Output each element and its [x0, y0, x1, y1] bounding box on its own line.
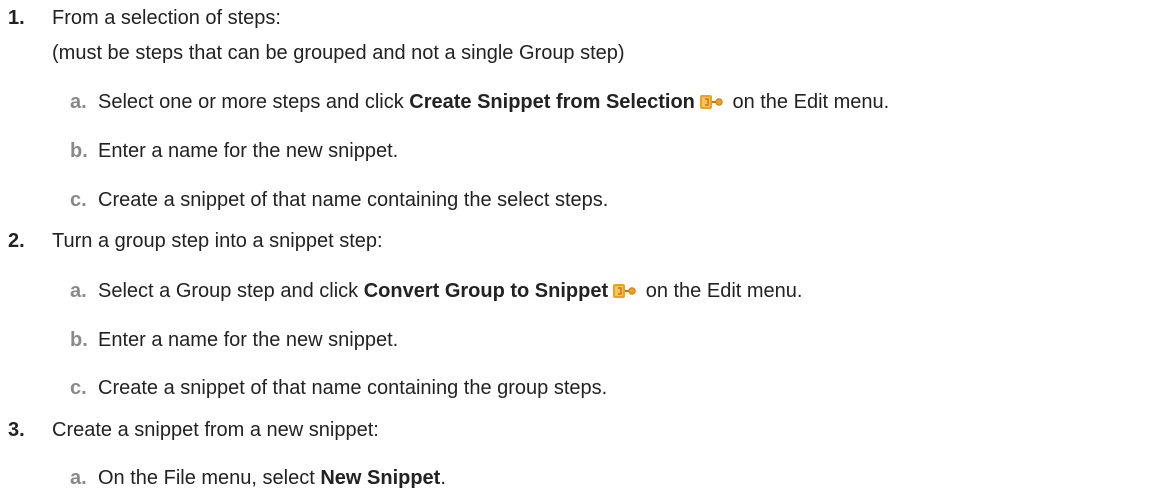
substep-text: Select one or more steps and click Creat…: [98, 90, 889, 114]
step-number: 3.: [8, 419, 25, 441]
substep-text-before: Select a Group step and click: [98, 280, 364, 302]
step-1c: c. Create a snippet of that name contain…: [0, 188, 1171, 212]
substep-letter: a.: [70, 91, 87, 113]
step-3: 3. Create a snippet from a new snippet:: [0, 418, 1171, 442]
substep-text: Create a snippet of that name containing…: [98, 189, 609, 211]
substep-text: Enter a name for the new snippet.: [98, 329, 399, 351]
substep-text: Create a snippet of that name containing…: [98, 377, 608, 399]
substep-text: On the File menu, select New Snippet.: [98, 466, 446, 490]
substep-letter: b.: [70, 140, 88, 162]
step-note: (must be steps that can be grouped and n…: [52, 42, 625, 64]
snippet-icon: [613, 284, 636, 298]
substep-letter: a.: [70, 280, 87, 302]
step-2b: b. Enter a name for the new snippet.: [0, 328, 1171, 352]
step-2: 2. Turn a group step into a snippet step…: [0, 229, 1171, 253]
substep-text-before: Select one or more steps and click: [98, 91, 410, 113]
snippet-icon: [699, 95, 723, 109]
document-body: 1. From a selection of steps: (must be s…: [0, 0, 1171, 494]
substep-text-after: .: [440, 467, 446, 489]
step-2c: c. Create a snippet of that name contain…: [0, 376, 1171, 400]
menu-command-convert-group: Convert Group to Snippet: [363, 280, 609, 302]
step-1b: b. Enter a name for the new snippet.: [0, 139, 1171, 163]
step-number: 2.: [8, 230, 25, 252]
substep-text: Enter a name for the new snippet.: [98, 140, 399, 162]
step-1-note: (must be steps that can be grouped and n…: [0, 41, 1171, 65]
menu-command-create-snippet: Create Snippet from Selection: [409, 91, 695, 113]
step-2a: a. Select a Group step and click Convert…: [0, 279, 1171, 303]
substep-text-before: On the File menu, select: [98, 467, 321, 489]
substep-text-after: on the Edit menu.: [640, 280, 803, 302]
substep-text-after: on the Edit menu.: [726, 91, 890, 113]
menu-command-new-snippet: New Snippet: [320, 467, 441, 489]
step-1a: a. Select one or more steps and click Cr…: [0, 90, 1171, 114]
step-text: From a selection of steps:: [52, 7, 281, 29]
step-3a: a. On the File menu, select New Snippet.: [0, 466, 1171, 490]
step-number: 1.: [8, 7, 25, 29]
substep-text: Select a Group step and click Convert Gr…: [98, 279, 802, 303]
substep-letter: c.: [70, 377, 87, 399]
substep-letter: c.: [70, 189, 87, 211]
step-1: 1. From a selection of steps:: [0, 6, 1171, 30]
substep-letter: b.: [70, 329, 88, 351]
step-text: Create a snippet from a new snippet:: [52, 419, 379, 441]
substep-letter: a.: [70, 467, 87, 489]
step-text: Turn a group step into a snippet step:: [52, 230, 383, 252]
